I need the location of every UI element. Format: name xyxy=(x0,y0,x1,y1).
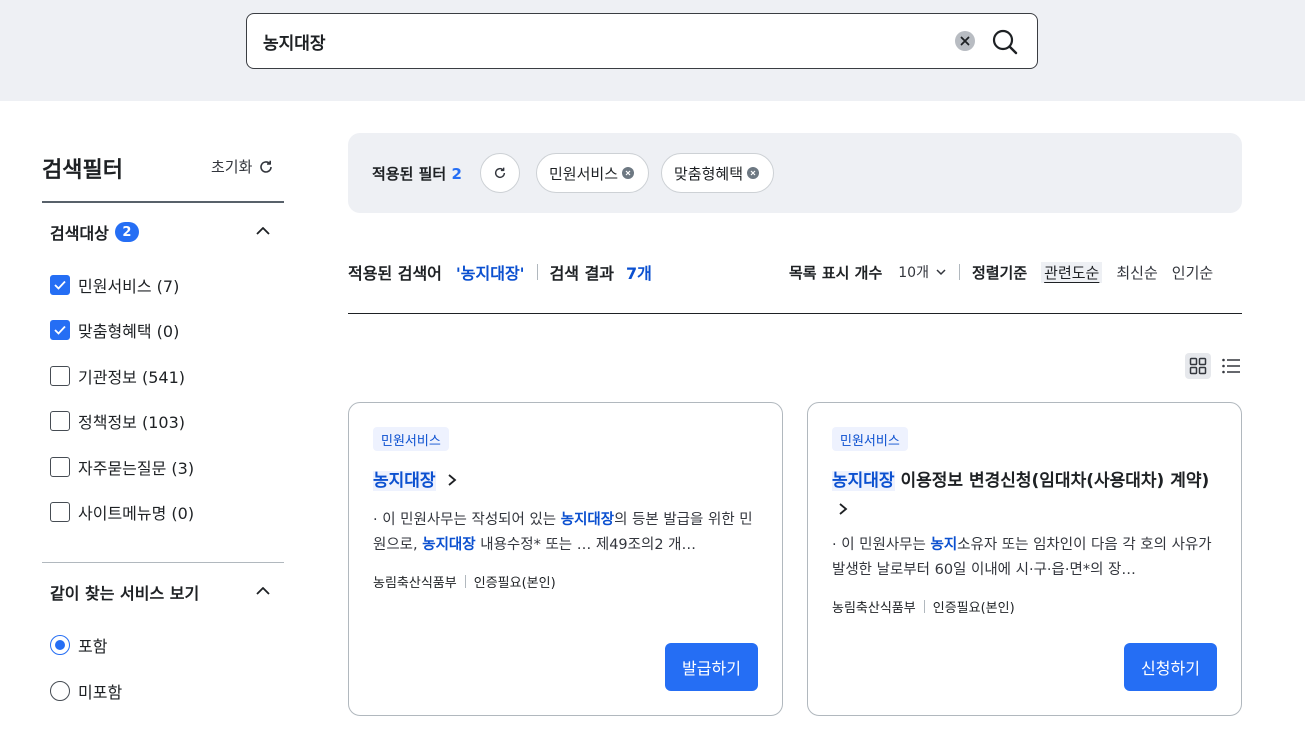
category-tag: 민원서비스 xyxy=(832,427,908,451)
chevron-right-icon xyxy=(839,503,848,515)
sidebar-title: 검색필터 xyxy=(42,158,123,183)
chevron-down-icon xyxy=(936,269,946,276)
applied-filter-count: 2 xyxy=(451,165,462,183)
sidebar-divider xyxy=(42,201,284,203)
filter-option-1[interactable]: 맞춤형혜택 (0) xyxy=(50,318,179,342)
checkbox-label: 맞춤형혜택 (0) xyxy=(78,322,180,341)
search-icon[interactable] xyxy=(989,26,1021,58)
checkbox[interactable] xyxy=(50,411,70,431)
reset-button[interactable]: 초기화 xyxy=(211,156,274,177)
refresh-filters-button[interactable] xyxy=(480,153,520,193)
result-card: 민원서비스 농지대장 · 이 민원사무는 작성되어 있는 농지대장의 등본 발급… xyxy=(348,402,783,716)
reset-label: 초기화 xyxy=(211,158,253,176)
card-description: · 이 민원사무는 농지소유자 또는 임차인이 다음 각 호의 사유가 발생한 … xyxy=(832,533,1220,583)
keyword-highlight: 농지대장 xyxy=(422,537,476,553)
close-icon[interactable] xyxy=(622,167,635,179)
sort-label: 정렬기준 xyxy=(971,263,1028,282)
chevron-up-icon[interactable] xyxy=(254,582,272,600)
result-label: 검색 결과 xyxy=(549,264,615,283)
chevron-up-icon[interactable] xyxy=(254,222,272,240)
result-card: 민원서비스 농지대장 이용정보 변경신청(임대차(사용대차) 계약) · 이 민… xyxy=(807,402,1242,716)
sort-relevance[interactable]: 관련도순 xyxy=(1041,261,1103,283)
divider xyxy=(958,264,960,280)
refresh-icon xyxy=(494,167,506,179)
refresh-icon xyxy=(260,160,273,173)
list-view-icon[interactable] xyxy=(1218,353,1244,379)
card-organization: 농림축산식품부 xyxy=(832,601,916,616)
sort-popular[interactable]: 인기순 xyxy=(1172,262,1213,283)
divider xyxy=(464,575,466,588)
filter-chip-custom-benefit[interactable]: 맞춤형혜택 xyxy=(661,153,775,193)
search-box xyxy=(246,13,1038,69)
checkbox-label: 자주묻는질문 (3) xyxy=(78,459,195,478)
page-size-select[interactable]: 10개 xyxy=(898,262,947,282)
card-description: · 이 민원사무는 작성되어 있는 농지대장의 등본 발급을 위한 민원으로, … xyxy=(373,508,761,558)
checkbox[interactable] xyxy=(50,275,70,295)
filter-option-0[interactable]: 민원서비스 (7) xyxy=(50,273,179,297)
applied-keyword: '농지대장' xyxy=(455,264,525,283)
applied-filter-bar: 적용된 필터 2 민원서비스 맞춤형혜택 xyxy=(348,133,1242,213)
card-title-link[interactable]: 농지대장 이용정보 변경신청(임대차(사용대차) 계약) xyxy=(832,467,1222,525)
description-text: · 이 민원사무는 xyxy=(832,537,931,553)
result-count: 7개 xyxy=(626,264,652,283)
radio-label: 미포함 xyxy=(78,683,123,702)
card-organization: 농림축산식품부 xyxy=(373,576,457,591)
checkbox[interactable] xyxy=(50,457,70,477)
filter-option-5[interactable]: 사이트메뉴명 (0) xyxy=(50,500,194,524)
radio-label: 포함 xyxy=(78,637,108,656)
section-title: 검색대상 xyxy=(50,224,109,243)
description-text: 내용수정* 또는 … 제49조의2 개… xyxy=(475,537,696,553)
filter-option-4[interactable]: 자주묻는질문 (3) xyxy=(50,455,194,479)
divider xyxy=(923,600,925,613)
checkbox-label: 사이트메뉴명 (0) xyxy=(78,504,195,523)
list-controls: 목록 표시 개수 10개 정렬기준 관련도순 최신순 인기순 xyxy=(789,260,1213,284)
keyword-highlight: 농지대장 xyxy=(560,512,615,528)
filter-option-3[interactable]: 정책정보 (103) xyxy=(50,409,185,433)
issue-button[interactable]: 발급하기 xyxy=(665,643,758,691)
filter-option-2[interactable]: 기관정보 (541) xyxy=(50,364,185,388)
category-tag: 민원서비스 xyxy=(373,427,449,451)
sort-latest[interactable]: 최신순 xyxy=(1116,262,1157,283)
grid-view-icon[interactable] xyxy=(1185,353,1211,379)
section-header-search-target[interactable]: 검색대상 2 xyxy=(50,220,139,244)
checkbox-label: 기관정보 (541) xyxy=(78,368,185,387)
card-title-link[interactable]: 농지대장 xyxy=(373,467,763,496)
checkbox-label: 민원서비스 (7) xyxy=(78,277,180,296)
card-meta: 농림축산식품부 인증필요(본인) xyxy=(373,572,556,591)
apply-button[interactable]: 신청하기 xyxy=(1124,643,1217,691)
section-title: 같이 찾는 서비스 보기 xyxy=(50,584,200,603)
section-divider xyxy=(42,562,284,563)
search-header xyxy=(0,0,1305,101)
card-meta: 농림축산식품부 인증필요(본인) xyxy=(832,597,1015,616)
checkbox-label: 정책정보 (103) xyxy=(78,413,185,432)
applied-filter-label: 적용된 필터 2 xyxy=(372,165,462,183)
keyword-highlight: 농지 xyxy=(930,537,958,553)
applied-keyword-label: 적용된 검색어 xyxy=(348,264,442,283)
close-icon[interactable] xyxy=(747,167,760,179)
filter-chip-civil-service[interactable]: 민원서비스 xyxy=(536,153,650,193)
result-summary: 적용된 검색어 '농지대장' 검색 결과 7개 xyxy=(348,260,652,284)
search-input[interactable] xyxy=(263,27,943,55)
results-divider xyxy=(348,313,1242,314)
checkbox[interactable] xyxy=(50,502,70,522)
card-auth-requirement: 인증필요(본인) xyxy=(932,601,1015,616)
section-header-related-services[interactable]: 같이 찾는 서비스 보기 xyxy=(50,580,199,604)
checkbox[interactable] xyxy=(50,320,70,340)
radio-button[interactable] xyxy=(50,681,70,701)
chevron-right-icon xyxy=(448,474,457,486)
radio-option-1[interactable]: 미포함 xyxy=(50,679,122,703)
description-text: · 이 민원사무는 작성되어 있는 xyxy=(373,512,561,528)
divider xyxy=(536,264,538,280)
close-circle-icon[interactable] xyxy=(955,31,975,51)
checkbox[interactable] xyxy=(50,366,70,386)
count-badge: 2 xyxy=(114,222,139,242)
card-auth-requirement: 인증필요(본인) xyxy=(473,576,556,591)
page-size-label: 목록 표시 개수 xyxy=(789,263,883,282)
radio-option-0[interactable]: 포함 xyxy=(50,633,107,657)
radio-button[interactable] xyxy=(50,635,70,655)
